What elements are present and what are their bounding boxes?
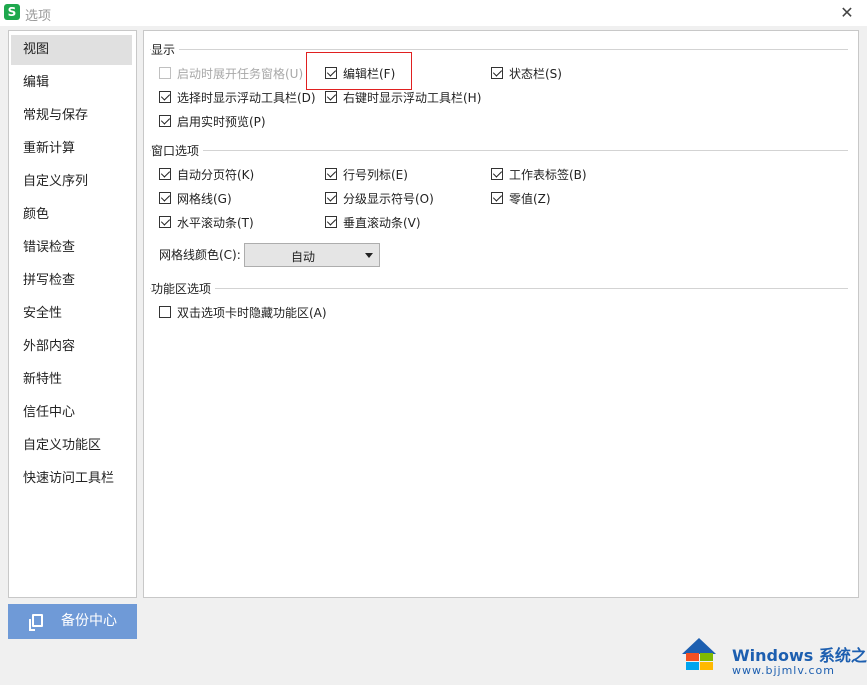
checkbox-label: 网格线(G) bbox=[177, 192, 232, 206]
checkbox-box bbox=[159, 67, 171, 79]
sidebar-item-color[interactable]: 颜色 bbox=[11, 200, 132, 230]
site-watermark: Windows 系统之家 www.bjjmlv.com bbox=[664, 628, 867, 680]
sidebar-item-custom-lists[interactable]: 自定义序列 bbox=[11, 167, 132, 197]
checkbox-label: 右键时显示浮动工具栏(H) bbox=[343, 91, 482, 105]
backup-center-button[interactable]: 备份中心 bbox=[8, 604, 137, 639]
watermark-url: www.bjjmlv.com bbox=[732, 664, 835, 677]
section-divider bbox=[150, 49, 848, 50]
sidebar-item-error-checking[interactable]: 错误检查 bbox=[11, 233, 132, 263]
close-icon[interactable]: ✕ bbox=[837, 3, 857, 23]
checkbox-label: 选择时显示浮动工具栏(D) bbox=[177, 91, 316, 105]
checkbox-label: 状态栏(S) bbox=[509, 67, 562, 81]
section-title-window-options: 窗口选项 bbox=[151, 142, 204, 159]
sidebar-item-quick-access-toolbar[interactable]: 快速访问工具栏 bbox=[11, 464, 132, 494]
checkbox-box bbox=[325, 91, 337, 103]
checkbox-box bbox=[159, 192, 171, 204]
sidebar-item-edit[interactable]: 编辑 bbox=[11, 68, 132, 98]
checkbox-box bbox=[491, 168, 503, 180]
gridline-color-label: 网格线颜色(C): bbox=[159, 248, 241, 262]
sidebar-item-security[interactable]: 安全性 bbox=[11, 299, 132, 329]
checkbox-box bbox=[491, 192, 503, 204]
checkbox-box bbox=[325, 192, 337, 204]
sidebar-item-new-features[interactable]: 新特性 bbox=[11, 365, 132, 395]
checkbox-label: 自动分页符(K) bbox=[177, 168, 255, 182]
section-title-display: 显示 bbox=[151, 41, 180, 58]
title-bar: S 选项 ✕ bbox=[0, 0, 867, 26]
gridline-color-value: 自动 bbox=[290, 250, 315, 264]
checkbox-box bbox=[325, 168, 337, 180]
checkbox-label: 启用实时预览(P) bbox=[177, 115, 266, 129]
checkbox-label: 行号列标(E) bbox=[343, 168, 408, 182]
sidebar-item-general-save[interactable]: 常规与保存 bbox=[11, 101, 132, 131]
checkbox-label: 分级显示符号(O) bbox=[343, 192, 434, 206]
watermark-title: Windows 系统之家 bbox=[732, 646, 867, 665]
sidebar-item-external-content[interactable]: 外部内容 bbox=[11, 332, 132, 362]
checkbox-box bbox=[491, 67, 503, 79]
windows-logo-icon bbox=[682, 638, 716, 670]
checkbox-box bbox=[159, 216, 171, 228]
sidebar-item-custom-ribbon[interactable]: 自定义功能区 bbox=[11, 431, 132, 461]
checkbox-label: 启动时展开任务窗格(U) bbox=[177, 67, 304, 81]
checkbox-box bbox=[159, 91, 171, 103]
checkbox-label: 水平滚动条(T) bbox=[177, 216, 254, 230]
checkbox-box bbox=[325, 216, 337, 228]
sidebar-item-recalculate[interactable]: 重新计算 bbox=[11, 134, 132, 164]
gridline-color-select[interactable]: 自动 bbox=[244, 243, 380, 267]
checkbox-box bbox=[159, 168, 171, 180]
checkbox-label: 工作表标签(B) bbox=[509, 168, 587, 182]
dropdown-arrow-icon bbox=[365, 253, 373, 258]
backup-icon bbox=[29, 614, 43, 631]
sidebar-item-trust-center[interactable]: 信任中心 bbox=[11, 398, 132, 428]
sidebar-item-spell-check[interactable]: 拼写检查 bbox=[11, 266, 132, 296]
section-divider bbox=[150, 288, 848, 289]
sidebar-item-view[interactable]: 视图 bbox=[11, 35, 132, 65]
checkbox-label: 零值(Z) bbox=[509, 192, 551, 206]
wps-app-icon: S bbox=[4, 4, 20, 20]
section-divider bbox=[150, 150, 848, 151]
checkbox-box bbox=[159, 306, 171, 318]
checkbox-label: 双击选项卡时隐藏功能区(A) bbox=[177, 306, 327, 320]
checkbox-label: 垂直滚动条(V) bbox=[343, 216, 421, 230]
window-title: 选项 bbox=[25, 9, 52, 24]
backup-center-label: 备份中心 bbox=[61, 613, 117, 629]
options-sidebar: 视图 编辑 常规与保存 重新计算 自定义序列 颜色 错误检查 拼写检查 安全性 … bbox=[8, 30, 137, 598]
checkbox-box bbox=[159, 115, 171, 127]
section-title-ribbon-options: 功能区选项 bbox=[151, 280, 216, 297]
highlight-box bbox=[306, 52, 412, 90]
